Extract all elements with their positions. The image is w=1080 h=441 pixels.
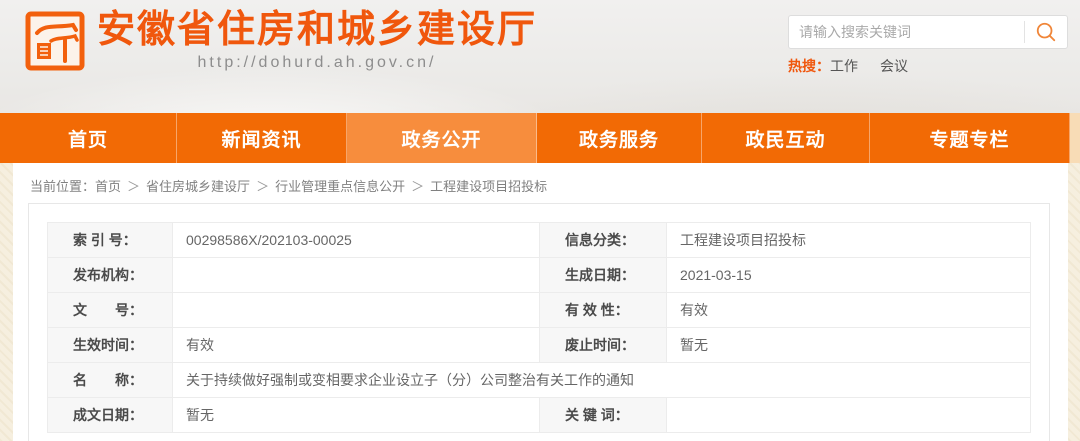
info-category-value: 工程建设项目招投标 xyxy=(667,223,1031,258)
breadcrumb-bidding[interactable]: 工程建设项目招投标 xyxy=(430,179,547,194)
search-icon xyxy=(1035,21,1057,43)
validity-label: 有 效 性： xyxy=(540,293,667,328)
index-number-label: 索 引 号： xyxy=(48,223,173,258)
brand-block: 安徽省住房和城乡建设厅 http://dohurd.ah.gov.cn/ xyxy=(25,8,537,72)
issuing-agency-value xyxy=(173,258,540,293)
title-value: 关于持续做好强制或变相要求企业设立子（分）公司整治有关工作的通知 xyxy=(173,363,1031,398)
document-metadata-table: 索 引 号： 00298586X/202103-00025 信息分类： 工程建设… xyxy=(47,222,1031,433)
nav-item-gov-services[interactable]: 政务服务 xyxy=(537,113,702,163)
table-row: 生效时间： 有效 废止时间： 暂无 xyxy=(48,328,1031,363)
table-row: 文 号： 有 效 性： 有效 xyxy=(48,293,1031,328)
written-date-label: 成文日期： xyxy=(48,398,173,433)
breadcrumb-key-info[interactable]: 行业管理重点信息公开 xyxy=(275,179,405,194)
document-info-panel: 索 引 号： 00298586X/202103-00025 信息分类： 工程建设… xyxy=(28,203,1050,441)
page-background: 当前位置：首页 ＞ 省住房城乡建设厅 ＞ 行业管理重点信息公开 ＞ 工程建设项目招投标 索 … xyxy=(0,163,1080,441)
nav-item-home[interactable]: 首页 xyxy=(0,113,177,163)
title-label: 名 称： xyxy=(48,363,173,398)
index-number-value: 00298586X/202103-00025 xyxy=(173,223,540,258)
table-row: 名 称： 关于持续做好强制或变相要求企业设立子（分）公司整治有关工作的通知 xyxy=(48,363,1031,398)
site-header: 安徽省住房和城乡建设厅 http://dohurd.ah.gov.cn/ 热搜：… xyxy=(0,0,1080,113)
breadcrumb: 当前位置：首页 ＞ 省住房城乡建设厅 ＞ 行业管理重点信息公开 ＞ 工程建设项目招投标 xyxy=(13,163,1068,196)
table-row: 索 引 号： 00298586X/202103-00025 信息分类： 工程建设… xyxy=(48,223,1031,258)
keywords-value xyxy=(667,398,1031,433)
breadcrumb-label: 当前位置： xyxy=(30,179,95,194)
table-row: 成文日期： 暂无 关 键 词： xyxy=(48,398,1031,433)
main-nav: 首页 新闻资讯 政务公开 政务服务 政民互动 专题专栏 xyxy=(0,113,1080,163)
hot-search-label: 热搜： xyxy=(788,56,830,76)
effective-time-label: 生效时间： xyxy=(48,328,173,363)
site-url: http://dohurd.ah.gov.cn/ xyxy=(97,54,537,72)
search-area: 热搜： 工作 会议 xyxy=(788,15,1068,76)
written-date-value: 暂无 xyxy=(173,398,540,433)
keywords-label: 关 键 词： xyxy=(540,398,667,433)
document-number-value xyxy=(173,293,540,328)
breadcrumb-separator: ＞ xyxy=(411,179,424,194)
abolition-time-value: 暂无 xyxy=(667,328,1031,363)
breadcrumb-department[interactable]: 省住房城乡建设厅 xyxy=(146,179,250,194)
table-row: 发布机构： 生成日期： 2021-03-15 xyxy=(48,258,1031,293)
generation-date-value: 2021-03-15 xyxy=(667,258,1031,293)
nav-item-gov-info[interactable]: 政务公开 xyxy=(347,113,537,163)
breadcrumb-separator: ＞ xyxy=(127,179,140,194)
nav-item-interaction[interactable]: 政民互动 xyxy=(702,113,870,163)
search-button[interactable] xyxy=(1025,16,1067,48)
department-seal-logo-icon[interactable] xyxy=(25,11,85,71)
nav-item-news[interactable]: 新闻资讯 xyxy=(177,113,347,163)
document-number-label: 文 号： xyxy=(48,293,173,328)
issuing-agency-label: 发布机构： xyxy=(48,258,173,293)
search-box xyxy=(788,15,1068,49)
breadcrumb-separator: ＞ xyxy=(256,179,269,194)
hot-search-row: 热搜： 工作 会议 xyxy=(788,56,1068,76)
abolition-time-label: 废止时间： xyxy=(540,328,667,363)
content-column: 当前位置：首页 ＞ 省住房城乡建设厅 ＞ 行业管理重点信息公开 ＞ 工程建设项目招投标 索 … xyxy=(13,163,1068,441)
validity-value: 有效 xyxy=(667,293,1031,328)
info-category-label: 信息分类： xyxy=(540,223,667,258)
nav-edge-stub xyxy=(1070,113,1080,163)
hot-search-term-work[interactable]: 工作 xyxy=(830,56,858,76)
site-title[interactable]: 安徽省住房和城乡建设厅 xyxy=(97,8,537,52)
generation-date-label: 生成日期： xyxy=(540,258,667,293)
hot-search-term-meeting[interactable]: 会议 xyxy=(880,56,908,76)
search-input[interactable] xyxy=(789,16,1024,48)
effective-time-value: 有效 xyxy=(173,328,540,363)
breadcrumb-home[interactable]: 首页 xyxy=(95,179,121,194)
brand-text: 安徽省住房和城乡建设厅 http://dohurd.ah.gov.cn/ xyxy=(97,8,537,72)
nav-item-special-topics[interactable]: 专题专栏 xyxy=(870,113,1070,163)
